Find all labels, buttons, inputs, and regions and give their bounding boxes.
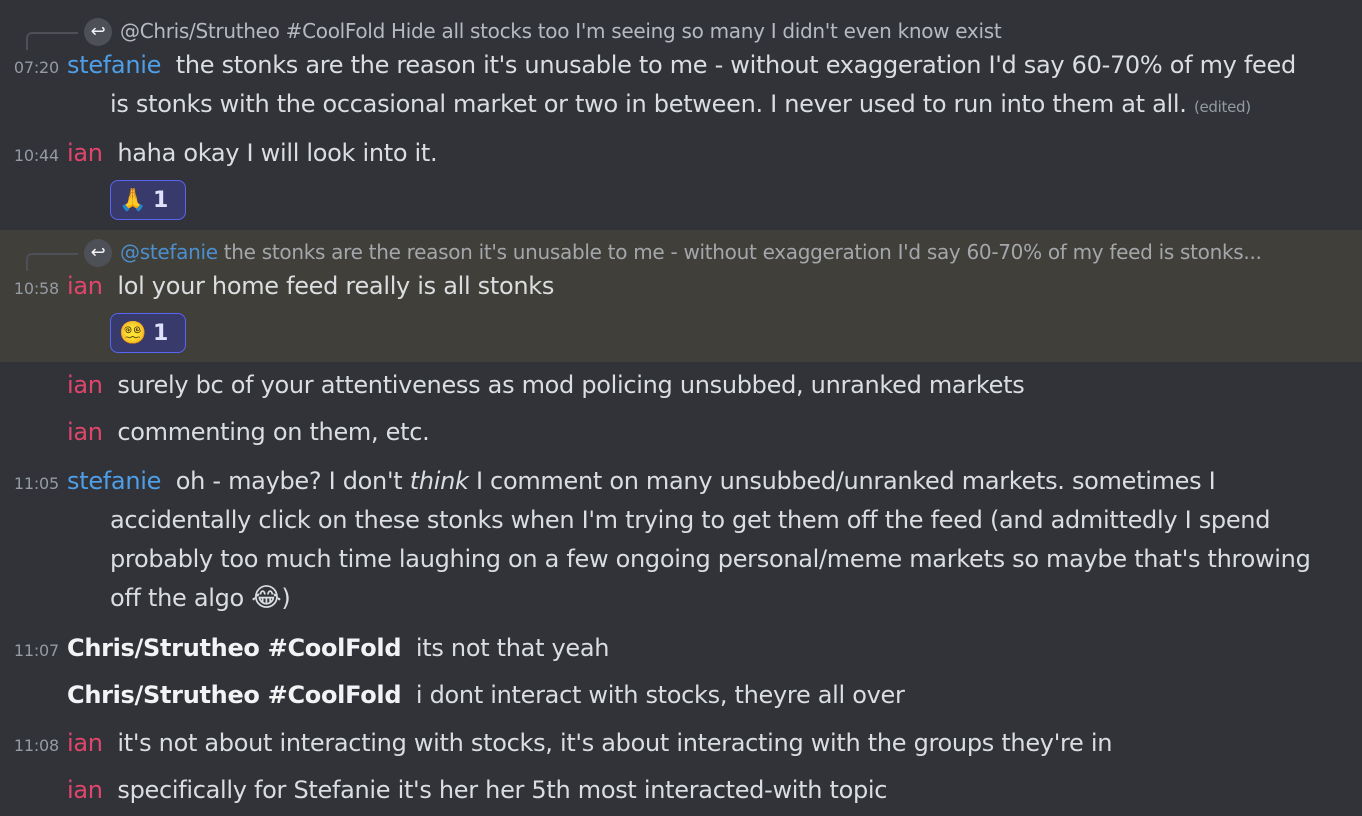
- message-line: ian specifically for Stefanie it's her h…: [67, 771, 888, 810]
- username[interactable]: stefanie: [67, 467, 161, 495]
- reply-arrow-icon: ↩: [84, 239, 112, 267]
- reply-arrow-icon: ↩: [84, 18, 112, 46]
- message-text: its not that yeah: [415, 634, 610, 662]
- username[interactable]: Chris/Strutheo #CoolFold: [67, 681, 402, 709]
- timestamp[interactable]: 10:58: [0, 279, 59, 298]
- message-text: is stonks with the occasional market or …: [110, 90, 1187, 118]
- message-line: probably too much time laughing on a few…: [110, 540, 1311, 579]
- message-text: haha okay I will look into it.: [117, 139, 438, 167]
- message-line: stefanie oh - maybe? I don't think I com…: [67, 462, 1216, 501]
- message-line: accidentally click on these stonks when …: [110, 501, 1270, 540]
- message-line: Chris/Strutheo #CoolFold i dont interact…: [67, 676, 905, 715]
- message-text: oh - maybe? I don't: [175, 467, 410, 495]
- emphasis-text: think: [409, 467, 469, 495]
- message-text: probably too much time laughing on a few…: [110, 545, 1311, 573]
- username[interactable]: ian: [67, 729, 103, 757]
- message-text: ): [281, 584, 291, 612]
- message-text: off the algo: [110, 584, 252, 612]
- timestamp[interactable]: 11:05: [0, 474, 59, 493]
- message-text: commenting on them, etc.: [117, 418, 430, 446]
- username[interactable]: ian: [67, 371, 103, 399]
- message-text: accidentally click on these stonks when …: [110, 506, 1271, 534]
- reply-text: the stonks are the reason it's unusable …: [223, 240, 1262, 264]
- pray-emoji-icon: 🙏: [119, 187, 147, 213]
- joy-emoji-icon: 😂: [251, 583, 282, 613]
- message-line: ian it's not about interacting with stoc…: [67, 724, 1112, 763]
- timestamp[interactable]: 11:08: [0, 736, 59, 755]
- message-text: I comment on many unsubbed/unranked mark…: [468, 467, 1216, 495]
- username[interactable]: ian: [67, 139, 103, 167]
- message-text: i dont interact with stocks, theyre all …: [415, 681, 905, 709]
- message-line: ian surely bc of your attentiveness as m…: [67, 366, 1025, 405]
- message-line: ian commenting on them, etc.: [67, 413, 430, 452]
- dizzy-face-emoji-icon: 😵‍💫: [119, 320, 147, 346]
- username[interactable]: stefanie: [67, 51, 161, 79]
- timestamp[interactable]: 11:07: [0, 641, 59, 660]
- reaction-count: 1: [153, 320, 169, 346]
- timestamp[interactable]: 10:44: [0, 146, 59, 165]
- reply-author[interactable]: @stefanie: [120, 240, 218, 264]
- username[interactable]: ian: [67, 776, 103, 804]
- message-line: is stonks with the occasional market or …: [110, 85, 1251, 127]
- username[interactable]: ian: [67, 418, 103, 446]
- reply-preview[interactable]: ↩ @stefanie the stonks are the reason it…: [0, 237, 1362, 271]
- message-text: it's not about interacting with stocks, …: [117, 729, 1113, 757]
- message-text: the stonks are the reason it's unusable …: [175, 51, 1296, 79]
- message-line: ian lol your home feed really is all sto…: [67, 267, 554, 306]
- reaction-pray[interactable]: 🙏 1: [110, 180, 186, 220]
- message-line: Chris/Strutheo #CoolFold its not that ye…: [67, 629, 610, 668]
- message-line: off the algo 😂): [110, 579, 291, 618]
- message-text: surely bc of your attentiveness as mod p…: [117, 371, 1025, 399]
- message-line: ian haha okay I will look into it.: [67, 134, 438, 173]
- reply-text: Hide all stocks too I'm seeing so many I…: [391, 19, 1002, 43]
- message-text: specifically for Stefanie it's her her 5…: [117, 776, 888, 804]
- timestamp[interactable]: 07:20: [0, 58, 59, 77]
- username[interactable]: ian: [67, 272, 103, 300]
- edited-label: (edited): [1193, 98, 1251, 116]
- reaction-dizzy[interactable]: 😵‍💫 1: [110, 313, 186, 353]
- reply-preview[interactable]: ↩ @Chris/Strutheo #CoolFold Hide all sto…: [0, 16, 1362, 50]
- message-line: stefanie the stonks are the reason it's …: [67, 46, 1296, 85]
- username[interactable]: Chris/Strutheo #CoolFold: [67, 634, 402, 662]
- reply-author[interactable]: @Chris/Strutheo #CoolFold: [120, 19, 385, 43]
- message-text: lol your home feed really is all stonks: [117, 272, 555, 300]
- reaction-count: 1: [153, 187, 169, 213]
